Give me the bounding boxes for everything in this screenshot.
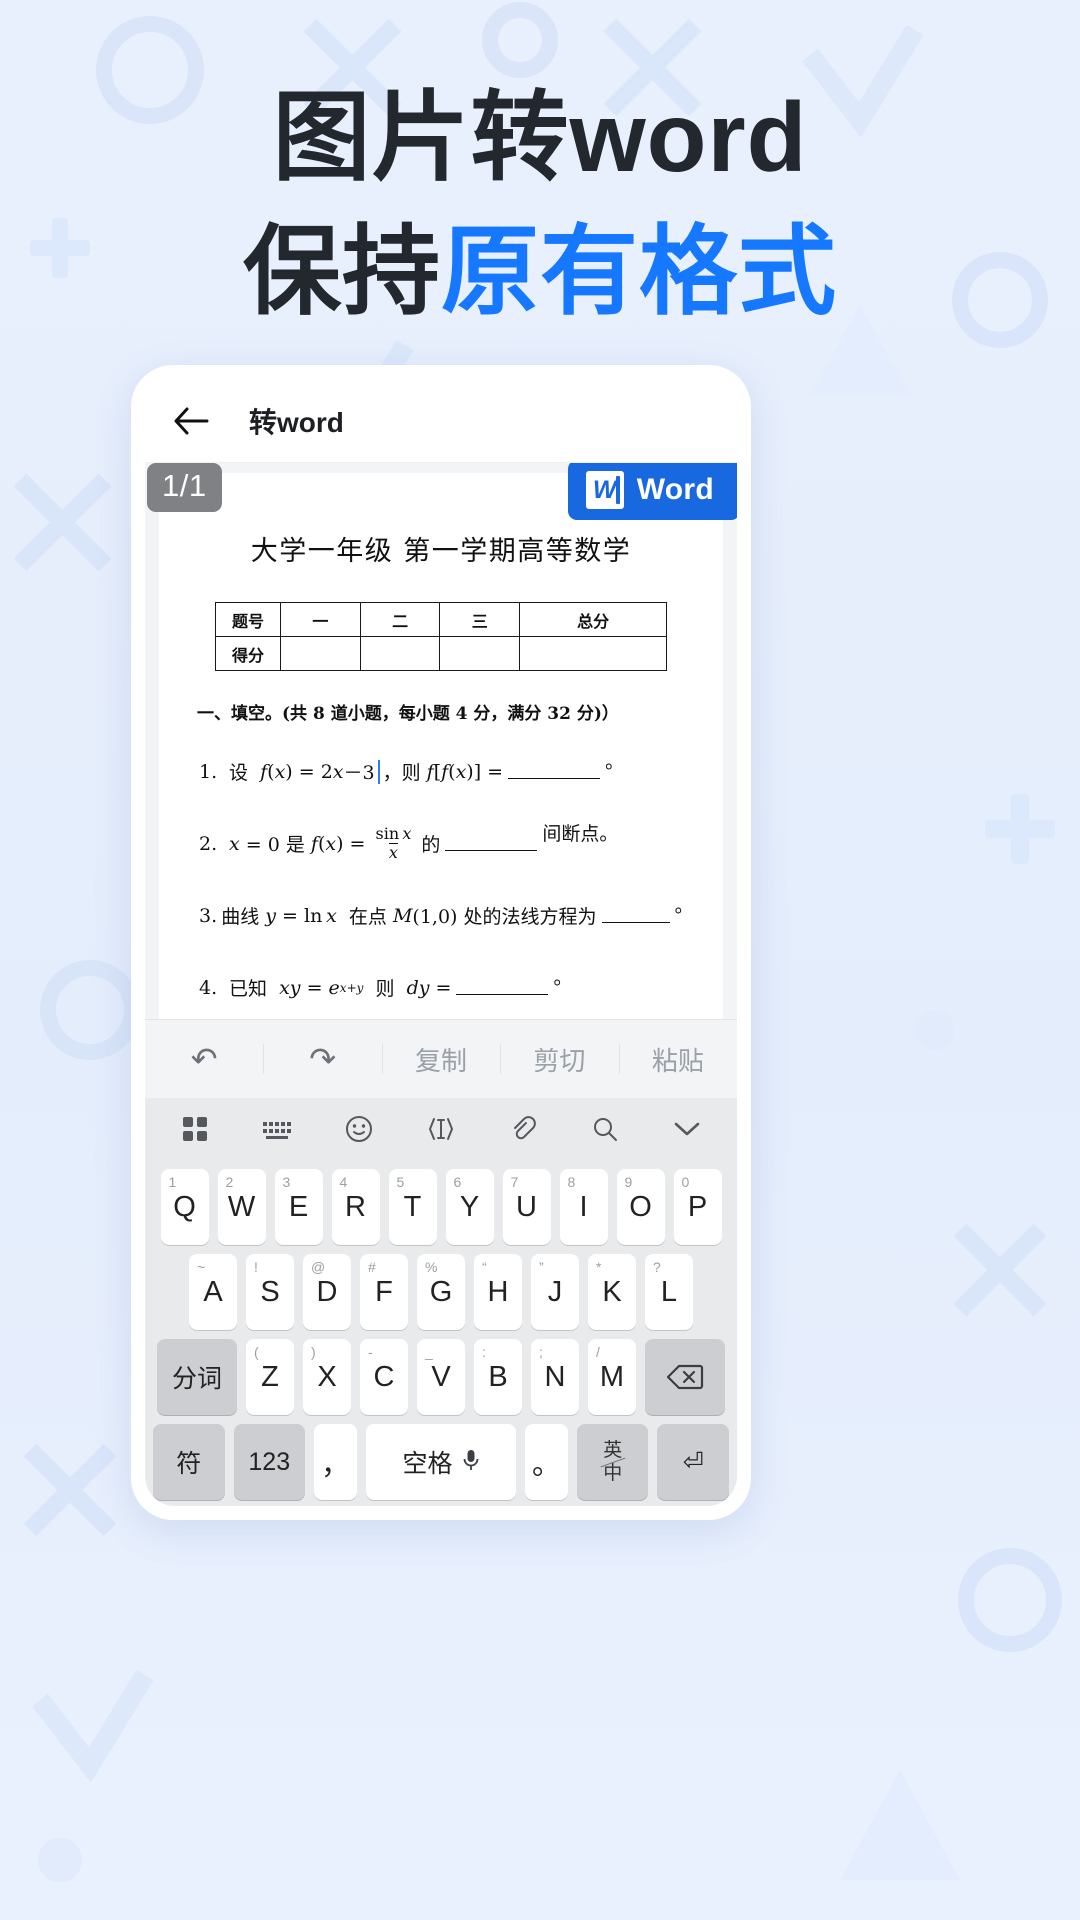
table-cell: 三: [439, 602, 521, 637]
key-s[interactable]: ! S: [246, 1254, 294, 1330]
key-g[interactable]: % G: [417, 1254, 465, 1330]
key-f[interactable]: # F: [360, 1254, 408, 1330]
page-counter-badge: 1/1: [147, 463, 222, 512]
space-key[interactable]: 空格: [365, 1424, 517, 1500]
search-icon[interactable]: [583, 1107, 627, 1151]
score-table: 题号 一 二 三 总分 得分: [215, 602, 667, 671]
app-bar: 转word: [145, 379, 737, 463]
promo-headline: 图片转word 保持原有格式: [0, 0, 1080, 331]
back-arrow-icon[interactable]: [171, 401, 211, 441]
document-page[interactable]: 大学一年级 第一学期高等数学 题号 一 二 三 总分 得分 一、填空。(共 8 …: [159, 473, 723, 1019]
key-r[interactable]: 4R: [331, 1169, 380, 1245]
key-o[interactable]: 9O: [616, 1169, 665, 1245]
grid-icon[interactable]: [173, 1107, 217, 1151]
table-cell: [519, 636, 667, 671]
key-v[interactable]: _ V: [417, 1339, 465, 1415]
cut-button[interactable]: 剪切: [500, 1041, 618, 1078]
phone-mockup: 转word 1/1 W Word 大学一年级 第一学期高等数学 题号 一 二 三…: [131, 365, 751, 1520]
key-n[interactable]: ; N: [531, 1339, 579, 1415]
language-toggle-key[interactable]: 英 中: [576, 1424, 649, 1500]
document-preview-area: 1/1 W Word 大学一年级 第一学期高等数学 题号 一 二 三 总分 得分…: [145, 463, 737, 1019]
table-row: 题号 一 二 三 总分: [215, 602, 667, 637]
copy-button[interactable]: 复制: [382, 1041, 500, 1078]
export-word-label: Word: [636, 473, 714, 506]
table-row: 得分: [215, 636, 667, 671]
headline-line-2-blue: 原有格式: [441, 215, 838, 326]
table-cell: 二: [359, 602, 441, 637]
emoji-icon[interactable]: [337, 1107, 381, 1151]
page-title: 转word: [249, 406, 344, 438]
key-p[interactable]: 0P: [673, 1169, 722, 1245]
key-e[interactable]: 3E: [274, 1169, 323, 1245]
virtual-keyboard: 1Q 2W 3E 4R 5T 6Y 7U 8I 9O 0P ~ A ! S @ D #…: [145, 1098, 737, 1506]
symbol-key[interactable]: 符: [153, 1424, 225, 1500]
keyboard-row-3: 分词 (Z ) X -C _ V :B ; N / M: [145, 1339, 737, 1415]
question-4: 4. 已知 xy = e x+y 则 dy =。: [199, 967, 573, 1000]
key-q[interactable]: 1Q: [160, 1169, 209, 1245]
phone-screen: 转word 1/1 W Word 大学一年级 第一学期高等数学 题号 一 二 三…: [145, 379, 737, 1506]
key-b[interactable]: :B: [474, 1339, 522, 1415]
table-cell: 一: [280, 602, 361, 637]
keyboard-row-1: 1Q 2W 3E 4R 5T 6Y 7U 8I 9O 0P: [145, 1169, 737, 1245]
edit-toolbar: ↶ ↷ 复制 剪切 粘贴: [145, 1019, 737, 1098]
question-2: 2. x = 0 是 f(x) = sin xx 的间断点。: [199, 823, 619, 862]
text-caret: [377, 759, 380, 784]
keyboard-row-4: 符 123 ， 空格 。 英 中 ⏎: [145, 1424, 737, 1500]
undo-button[interactable]: ↶: [145, 1040, 263, 1078]
enter-key[interactable]: ⏎: [657, 1424, 729, 1500]
question-1: 1. 设 f(x) = 2 x －3 ，则 f[f(x)] =。: [199, 751, 625, 784]
key-u[interactable]: 7U: [502, 1169, 551, 1245]
table-cell: [439, 636, 521, 671]
mic-icon[interactable]: [462, 1448, 480, 1477]
key-i[interactable]: 8I: [559, 1169, 608, 1245]
key-t[interactable]: 5T: [388, 1169, 437, 1245]
key-l[interactable]: ? L: [645, 1254, 693, 1330]
keyboard-toolbar: [145, 1098, 737, 1160]
text-cursor-icon[interactable]: [419, 1107, 463, 1151]
word-icon: W: [585, 471, 624, 509]
period-key[interactable]: 。: [525, 1424, 568, 1500]
headline-line-1: 图片转word: [272, 82, 808, 192]
keyboard-row-2: ~ A ! S @ D # F % G “H ” J * K ? L: [145, 1254, 737, 1330]
backspace-icon[interactable]: [645, 1339, 725, 1415]
key-y[interactable]: 6Y: [445, 1169, 494, 1245]
question-3: 3. 曲线 y = ln x 在点 M (1,0) 处的法线方程为。: [199, 895, 694, 928]
key-k[interactable]: * K: [588, 1254, 636, 1330]
key-j[interactable]: ” J: [531, 1254, 579, 1330]
table-cell: 总分: [519, 602, 667, 637]
keyboard-icon[interactable]: [255, 1107, 299, 1151]
key-w[interactable]: 2W: [217, 1169, 266, 1245]
headline-line-2: 保持原有格式: [0, 212, 1080, 332]
segment-key[interactable]: 分词: [157, 1339, 237, 1415]
table-cell: [280, 636, 361, 671]
key-z[interactable]: (Z: [246, 1339, 294, 1415]
redo-button[interactable]: ↷: [263, 1040, 381, 1078]
chevron-down-icon[interactable]: [665, 1107, 709, 1151]
key-a[interactable]: ~ A: [189, 1254, 237, 1330]
numeric-key[interactable]: 123: [233, 1424, 305, 1500]
table-cell: 题号: [215, 602, 281, 637]
key-m[interactable]: / M: [588, 1339, 636, 1415]
clipboard-icon[interactable]: [501, 1107, 545, 1151]
section-heading: 一、填空。(共 8 道小题，每小题 4 分，满分 32 分)）: [197, 704, 619, 724]
comma-key[interactable]: ，: [314, 1424, 357, 1500]
paste-button[interactable]: 粘贴: [619, 1041, 737, 1078]
key-c[interactable]: -C: [360, 1339, 408, 1415]
key-h[interactable]: “H: [474, 1254, 522, 1330]
table-cell: [359, 636, 441, 671]
export-word-button[interactable]: W Word: [567, 463, 737, 520]
key-d[interactable]: @ D: [303, 1254, 351, 1330]
table-cell: 得分: [215, 636, 281, 671]
key-x[interactable]: ) X: [303, 1339, 351, 1415]
headline-line-2-dark: 保持: [242, 215, 441, 326]
